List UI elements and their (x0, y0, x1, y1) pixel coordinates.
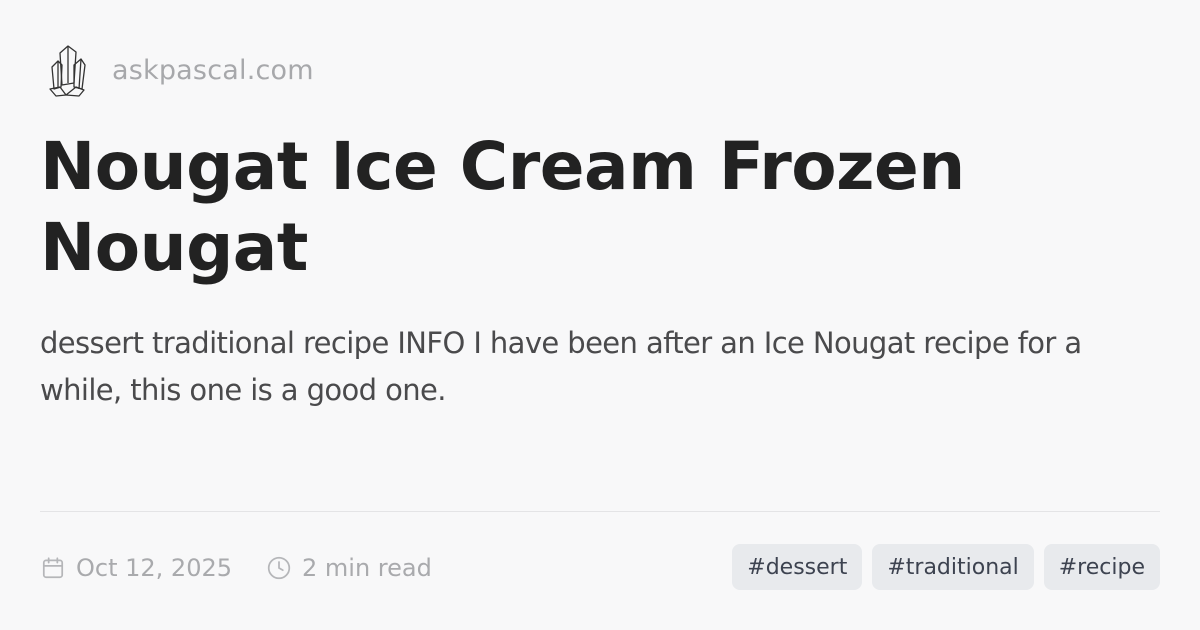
divider (40, 511, 1160, 512)
tag-list: #dessert #traditional #recipe (732, 544, 1160, 590)
read-time: 2 min read (266, 554, 432, 582)
tag-traditional[interactable]: #traditional (872, 544, 1034, 590)
publish-date: Oct 12, 2025 (40, 554, 232, 582)
tag-recipe[interactable]: #recipe (1043, 544, 1160, 590)
clock-icon (267, 556, 291, 580)
date-text: Oct 12, 2025 (76, 554, 232, 582)
article-meta: Oct 12, 2025 2 min read (40, 546, 432, 590)
article-description: dessert traditional recipe INFO I have b… (40, 326, 1082, 407)
read-time-text: 2 min read (302, 554, 432, 582)
crystal-logo-icon[interactable] (46, 43, 88, 97)
site-header: askpascal.com (46, 42, 314, 98)
calendar-icon (42, 557, 64, 579)
site-name[interactable]: askpascal.com (112, 55, 314, 86)
page-title: Nougat Ice Cream Frozen Nougat (40, 128, 965, 286)
tag-dessert[interactable]: #dessert (732, 544, 863, 590)
